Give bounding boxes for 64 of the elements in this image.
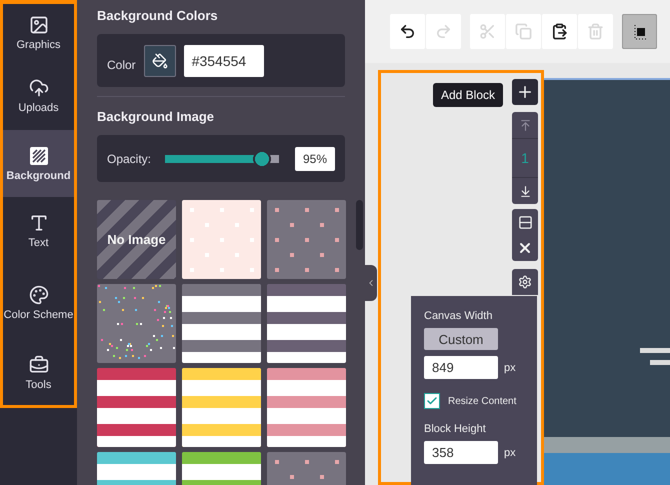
undo-button[interactable] bbox=[390, 14, 425, 49]
sidebar-item[interactable]: Text bbox=[3, 197, 74, 264]
paste-button[interactable] bbox=[542, 14, 577, 49]
cut-icon bbox=[479, 23, 496, 40]
sidebar-item[interactable]: Tools bbox=[3, 341, 74, 405]
image-icon bbox=[28, 15, 48, 35]
redo-icon bbox=[435, 23, 452, 40]
settings-icon bbox=[518, 275, 532, 289]
sidebar-item[interactable]: Uploads bbox=[3, 62, 74, 130]
rows-icon bbox=[518, 214, 532, 230]
move-down-button[interactable] bbox=[512, 178, 538, 204]
plus-icon bbox=[516, 83, 534, 101]
background-tile[interactable] bbox=[182, 368, 261, 447]
background-tile[interactable]: No Image bbox=[97, 200, 176, 279]
split-block-button[interactable] bbox=[512, 209, 538, 235]
check-icon bbox=[426, 395, 438, 407]
background-tile[interactable] bbox=[267, 284, 346, 363]
arrow-down-icon bbox=[518, 184, 532, 198]
background-tile[interactable] bbox=[182, 284, 261, 363]
text-icon bbox=[28, 212, 48, 232]
arrow-up-icon bbox=[518, 118, 532, 132]
opacity-label: Opacity: bbox=[107, 152, 152, 166]
color-input-field[interactable]: #354554 bbox=[184, 44, 264, 76]
palette-icon bbox=[28, 284, 48, 304]
toolbox-icon bbox=[28, 355, 48, 375]
delete-icon bbox=[587, 23, 604, 40]
unit-label: px bbox=[504, 446, 516, 458]
block-height-label: Block Height bbox=[424, 423, 487, 435]
resize-content-label: Resize Content bbox=[448, 396, 516, 406]
paste-icon bbox=[551, 23, 568, 40]
canvas-width-label: Canvas Width bbox=[424, 310, 494, 322]
unit-label: px bbox=[504, 362, 516, 374]
section-heading: Background Image bbox=[97, 109, 216, 124]
align-button[interactable] bbox=[622, 14, 657, 49]
block-number: 1 bbox=[512, 138, 538, 178]
background-tile[interactable] bbox=[182, 200, 261, 279]
striped-square-icon bbox=[28, 146, 48, 166]
section-heading: Background Colors bbox=[97, 8, 219, 23]
opacity-input-field[interactable]: 95% bbox=[295, 146, 335, 170]
resize-checkbox[interactable] bbox=[424, 393, 440, 409]
close-icon bbox=[517, 240, 533, 256]
color-swatch[interactable] bbox=[144, 44, 176, 76]
sidebar-item[interactable]: Background bbox=[3, 130, 74, 197]
cloud-upload-icon bbox=[28, 78, 48, 98]
add-block-tooltip: Add Block bbox=[432, 83, 503, 107]
width-mode-select[interactable]: Custom bbox=[424, 328, 498, 350]
background-tile[interactable] bbox=[267, 200, 346, 279]
block-height-field[interactable]: 358 bbox=[424, 441, 498, 464]
sidebar-item[interactable]: Graphics bbox=[3, 4, 74, 62]
add-block-button[interactable] bbox=[512, 79, 538, 105]
close-button[interactable] bbox=[512, 235, 538, 261]
collapse-panel-button[interactable] bbox=[365, 265, 377, 301]
background-tile[interactable] bbox=[97, 368, 176, 447]
background-tile[interactable] bbox=[267, 368, 346, 447]
scrollbar-thumb[interactable] bbox=[356, 200, 363, 250]
color-label: Color bbox=[107, 58, 136, 72]
align-icon bbox=[632, 24, 648, 40]
canvas-width-field[interactable]: 849 bbox=[424, 356, 498, 379]
copy-icon bbox=[515, 23, 532, 40]
paint-bucket-icon bbox=[152, 52, 168, 68]
background-tile[interactable] bbox=[97, 284, 176, 363]
undo-icon bbox=[399, 23, 416, 40]
sidebar-item[interactable]: Color Scheme bbox=[3, 264, 74, 341]
settings-button[interactable] bbox=[512, 269, 538, 295]
